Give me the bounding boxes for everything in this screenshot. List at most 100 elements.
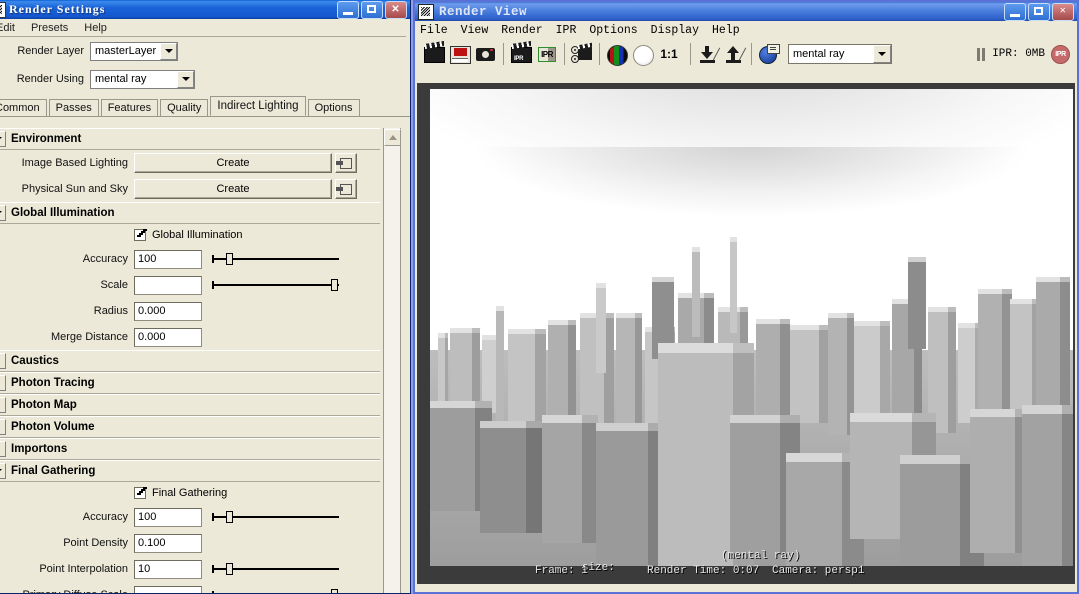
gi-scale-input[interactable]	[134, 275, 202, 295]
chevron-down-icon[interactable]	[177, 70, 194, 88]
tab-options[interactable]: Options	[307, 99, 360, 116]
snapshot-icon[interactable]	[475, 43, 497, 65]
render-sequence-icon[interactable]	[449, 43, 471, 65]
one-to-one-zoom-icon[interactable]: 1:1	[658, 43, 684, 65]
section-caustics[interactable]: Caustics	[0, 350, 380, 372]
gi-scale-slider[interactable]	[212, 277, 339, 293]
close-icon: ✕	[1059, 5, 1067, 17]
render-settings-scrollbar[interactable]	[383, 128, 401, 593]
section-photon-map[interactable]: Photon Map	[0, 394, 380, 416]
maximize-button[interactable]	[361, 0, 383, 19]
gi-radius-row: Radius 0.000	[0, 298, 380, 324]
gi-radius-input[interactable]: 0.000	[134, 301, 202, 321]
section-global-illumination[interactable]: Global Illumination	[0, 202, 380, 224]
image-based-lighting-row: Image Based Lighting Create	[0, 150, 380, 176]
minimize-button[interactable]	[1004, 2, 1026, 21]
render-current-frame-icon[interactable]	[423, 43, 445, 65]
fg-primary-diffuse-scale-label: Primary Diffuse Scale	[0, 589, 134, 593]
render-settings-title: Render Settings	[9, 2, 106, 16]
save-image-icon[interactable]	[723, 43, 747, 65]
gi-accuracy-row: Accuracy 100	[0, 246, 380, 272]
chevron-down-icon[interactable]	[160, 42, 177, 60]
one-to-one-zoom-label: 1:1	[660, 47, 678, 61]
close-button[interactable]: ✕	[385, 0, 407, 19]
tab-quality[interactable]: Quality	[160, 99, 209, 116]
section-importons-title: Importons	[11, 443, 68, 455]
section-importons[interactable]: Importons	[0, 438, 380, 460]
ipr-render-icon[interactable]: IPR	[510, 43, 532, 65]
fg-point-interpolation-slider[interactable]	[212, 561, 339, 577]
create-ibl-button[interactable]: Create	[134, 153, 332, 173]
fg-primary-diffuse-scale-input[interactable]	[134, 585, 202, 593]
tab-passes[interactable]: Passes	[48, 99, 99, 116]
image-based-lighting-label: Image Based Lighting	[21, 157, 128, 169]
physical-sun-sky-label: Physical Sun and Sky	[21, 183, 128, 195]
tab-common[interactable]: Common	[0, 99, 47, 116]
final-gathering-checkbox[interactable]	[134, 487, 146, 499]
chevron-down-icon[interactable]	[873, 45, 891, 63]
chevron-right-icon[interactable]	[0, 419, 6, 435]
chevron-down-icon[interactable]	[0, 205, 6, 221]
chevron-down-icon[interactable]	[0, 131, 6, 147]
fg-point-density-input[interactable]: 0.100	[134, 533, 202, 553]
render-layer-value: masterLayer	[95, 45, 157, 57]
chevron-right-icon[interactable]	[0, 375, 6, 391]
rendered-image	[430, 89, 1073, 573]
gi-merge-distance-input[interactable]: 0.000	[134, 327, 202, 347]
fg-point-interpolation-input[interactable]: 10	[134, 559, 202, 579]
ipr-refresh-icon[interactable]: IPR	[536, 43, 558, 65]
gi-merge-distance-label: Merge Distance	[50, 331, 128, 343]
gi-accuracy-slider[interactable]	[212, 251, 339, 267]
fg-primary-diffuse-scale-slider[interactable]	[212, 587, 339, 593]
fg-point-interpolation-label: Point Interpolation	[39, 563, 128, 575]
gi-accuracy-input[interactable]: 100	[134, 249, 202, 269]
render-view-window-controls: ✕	[1004, 2, 1077, 21]
menu-item-help[interactable]: Help	[712, 24, 748, 37]
render-view-titlebar[interactable]: Render View ✕	[415, 2, 1077, 21]
close-button[interactable]: ✕	[1052, 2, 1074, 21]
menu-item-ipr[interactable]: IPR	[556, 24, 585, 37]
section-photon-tracing[interactable]: Photon Tracing	[0, 372, 380, 394]
chevron-down-icon[interactable]	[0, 463, 6, 479]
scroll-up-button[interactable]	[384, 129, 401, 146]
chevron-right-icon[interactable]	[0, 441, 6, 457]
minimize-button[interactable]	[337, 0, 359, 19]
section-final-gathering[interactable]: Final Gathering	[0, 460, 380, 482]
rgb-channels-icon[interactable]	[606, 43, 628, 66]
menu-item-edit[interactable]: Edit	[0, 21, 23, 35]
toolbar-separator	[751, 43, 752, 65]
menu-item-view[interactable]: View	[461, 24, 497, 37]
alpha-channel-icon[interactable]	[632, 43, 654, 66]
renderer-dropdown[interactable]: mental ray	[788, 44, 892, 64]
menu-item-help[interactable]: Help	[76, 21, 115, 35]
menu-item-options[interactable]: Options	[589, 24, 645, 37]
menu-item-render[interactable]: Render	[501, 24, 550, 37]
tab-features[interactable]: Features	[100, 99, 159, 116]
tab-indirect-lighting[interactable]: Indirect Lighting	[210, 96, 306, 116]
render-settings-titlebar[interactable]: Render Settings ✕	[0, 0, 410, 19]
render-using-dropdown[interactable]: mental ray	[90, 69, 195, 89]
section-photon-volume[interactable]: Photon Volume	[0, 416, 380, 438]
render-settings-icon[interactable]	[758, 43, 780, 65]
render-region-icon[interactable]	[571, 43, 593, 65]
render-view-bottom-edge	[417, 584, 1075, 592]
fg-accuracy-input[interactable]: 100	[134, 507, 202, 527]
pause-icon[interactable]	[977, 47, 986, 61]
menu-item-file[interactable]: File	[420, 24, 456, 37]
section-environment[interactable]: Environment	[0, 128, 380, 150]
global-illumination-checkbox[interactable]	[134, 229, 146, 241]
chevron-right-icon[interactable]	[0, 397, 6, 413]
load-image-icon[interactable]	[697, 43, 721, 65]
ibl-goto-button[interactable]	[335, 153, 357, 173]
create-sun-sky-button[interactable]: Create	[134, 179, 332, 199]
maximize-button[interactable]	[1028, 2, 1050, 21]
sun-sky-goto-button[interactable]	[335, 179, 357, 199]
render-view-canvas[interactable]: size: 640 480 zoom: 1.000 (mental ray) F…	[417, 83, 1075, 584]
goto-node-icon	[336, 183, 352, 195]
render-settings-panel: Environment Image Based Lighting Create …	[0, 128, 380, 593]
chevron-right-icon[interactable]	[0, 353, 6, 369]
menu-item-presets[interactable]: Presets	[23, 21, 76, 35]
render-layer-dropdown[interactable]: masterLayer	[90, 41, 178, 61]
menu-item-display[interactable]: Display	[651, 24, 707, 37]
fg-accuracy-slider[interactable]	[212, 509, 339, 525]
